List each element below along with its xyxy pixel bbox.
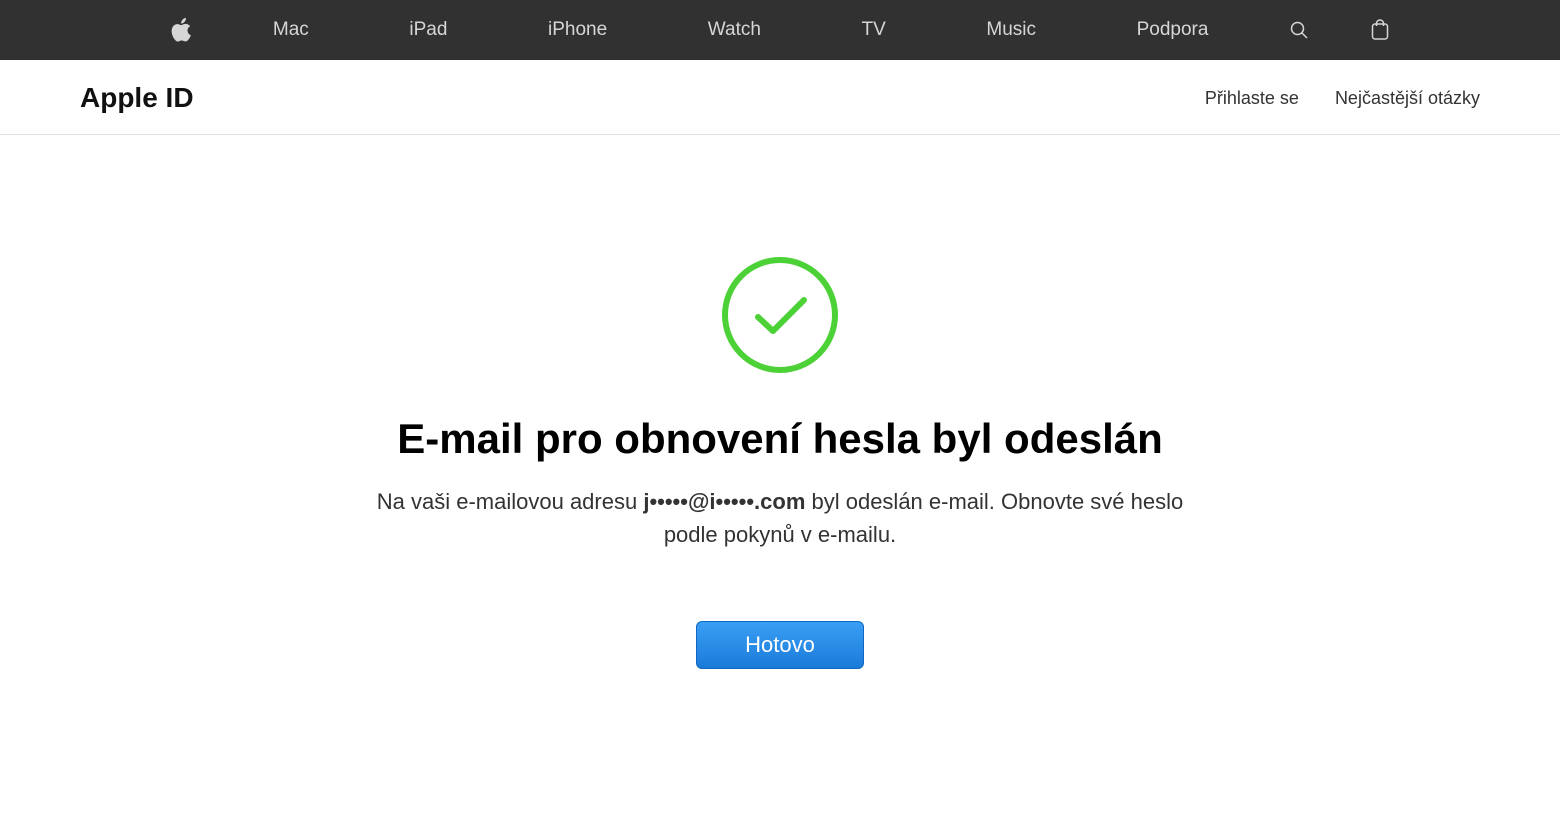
apple-logo-icon[interactable] — [170, 17, 192, 43]
nav-watch[interactable]: Watch — [688, 19, 781, 41]
nav-ipad[interactable]: iPad — [389, 19, 467, 41]
page-title: Apple ID — [80, 82, 194, 114]
nav-support[interactable]: Podpora — [1117, 19, 1229, 41]
sub-header-links: Přihlaste se Nejčastější otázky — [1205, 88, 1480, 109]
confirmation-heading: E-mail pro obnovení hesla byl odeslán — [397, 415, 1163, 463]
global-nav: Mac iPad iPhone Watch TV Music Podpora — [0, 0, 1560, 60]
faq-link[interactable]: Nejčastější otázky — [1335, 88, 1480, 109]
nav-mac[interactable]: Mac — [253, 19, 329, 41]
sub-header: Apple ID Přihlaste se Nejčastější otázky — [0, 60, 1560, 135]
masked-email: j•••••@i•••••.com — [643, 489, 805, 514]
search-icon[interactable] — [1289, 20, 1309, 40]
shopping-bag-icon[interactable] — [1370, 19, 1390, 41]
nav-tv[interactable]: TV — [842, 19, 906, 41]
nav-iphone[interactable]: iPhone — [528, 19, 627, 41]
nav-music[interactable]: Music — [966, 19, 1056, 41]
checkmark-circle-icon — [720, 255, 840, 375]
description-prefix: Na vaši e-mailovou adresu — [377, 489, 644, 514]
global-nav-items: Mac iPad iPhone Watch TV Music Podpora — [140, 17, 1420, 43]
confirmation-description: Na vaši e-mailovou adresu j•••••@i•••••.… — [360, 485, 1200, 551]
done-button[interactable]: Hotovo — [696, 621, 864, 669]
sign-in-link[interactable]: Přihlaste se — [1205, 88, 1299, 109]
main-content: E-mail pro obnovení hesla byl odeslán Na… — [0, 135, 1560, 669]
